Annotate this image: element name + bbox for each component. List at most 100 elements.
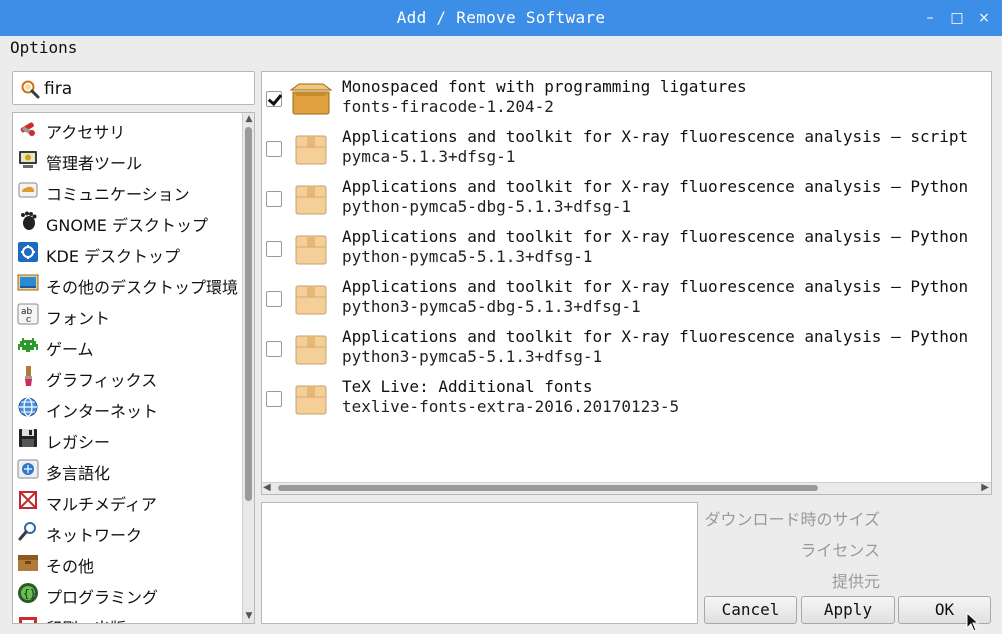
category-label: マルチメディア bbox=[46, 495, 157, 514]
category-item-fonts[interactable]: ab c フォント bbox=[13, 299, 243, 330]
category-label: フォント bbox=[46, 309, 111, 328]
gnome-icon bbox=[21, 211, 37, 230]
package-list-panel: Monospaced font with programming ligatur… bbox=[261, 71, 992, 495]
package-icon bbox=[295, 235, 327, 265]
package-name: texlive-fonts-extra-2016.20170123-5 bbox=[342, 397, 680, 416]
package-checkbox[interactable] bbox=[266, 141, 282, 157]
category-label: 印刷・出版 bbox=[46, 615, 126, 623]
mouse-cursor-icon bbox=[966, 612, 980, 632]
category-item-network[interactable]: ネットワーク bbox=[13, 516, 243, 547]
scroll-up-arrow-icon[interactable]: ▲ bbox=[243, 113, 254, 126]
category-item-accessories[interactable]: アクセサリ bbox=[13, 113, 243, 144]
legacy-icon bbox=[19, 429, 37, 447]
download-size-label: ダウンロード時のサイズ bbox=[704, 510, 880, 529]
package-scrollbar-thumb[interactable] bbox=[278, 485, 818, 491]
admin-tools-icon bbox=[19, 151, 37, 168]
license-label: ライセンス bbox=[800, 541, 880, 560]
package-description: Applications and toolkit for X-ray fluor… bbox=[342, 227, 969, 246]
desktop-environment-icon bbox=[17, 274, 39, 291]
package-name: python-pymca5-dbg-5.1.3+dfsg-1 bbox=[342, 197, 631, 216]
scroll-down-arrow-icon[interactable]: ▼ bbox=[243, 610, 254, 623]
category-item-gnome-desktop[interactable]: GNOME デスクトップ bbox=[13, 206, 243, 237]
window-titlebar[interactable]: Add / Remove Software – □ × bbox=[0, 0, 1002, 36]
menu-bar: Options bbox=[0, 36, 1002, 62]
category-item-games[interactable]: ゲーム bbox=[13, 330, 243, 361]
package-icon bbox=[295, 135, 327, 165]
package-checkbox[interactable] bbox=[266, 191, 282, 207]
category-label: グラフィックス bbox=[46, 371, 158, 390]
category-item-other[interactable]: その他 bbox=[13, 547, 243, 578]
package-name: python3-pymca5-dbg-5.1.3+dfsg-1 bbox=[342, 297, 641, 316]
multimedia-icon bbox=[19, 491, 37, 509]
category-scrollbar-thumb[interactable] bbox=[245, 127, 252, 501]
category-item-internet[interactable]: インターネット bbox=[13, 392, 243, 423]
package-horizontal-scrollbar[interactable]: ◀ ▶ bbox=[262, 482, 991, 494]
cancel-button[interactable]: Cancel bbox=[704, 596, 797, 624]
menu-options[interactable]: Options bbox=[10, 38, 77, 57]
package-checkbox[interactable] bbox=[266, 391, 282, 407]
package-checkbox[interactable] bbox=[266, 291, 282, 307]
localization-icon bbox=[17, 459, 39, 479]
package-description: Applications and toolkit for X-ray fluor… bbox=[342, 327, 969, 346]
search-input[interactable] bbox=[44, 78, 244, 100]
category-label: 多言語化 bbox=[46, 464, 111, 483]
category-item-programming[interactable]: {} プログラミング bbox=[13, 578, 243, 609]
package-row[interactable]: Applications and toolkit for X-ray fluor… bbox=[262, 322, 991, 372]
category-label: ネットワーク bbox=[46, 526, 143, 545]
package-description: Applications and toolkit for X-ray fluor… bbox=[342, 277, 969, 296]
package-row[interactable]: Applications and toolkit for X-ray fluor… bbox=[262, 222, 991, 272]
other-icon bbox=[18, 555, 38, 571]
communication-icon bbox=[18, 182, 38, 198]
category-item-kde-desktop[interactable]: KDE デスクトップ bbox=[13, 237, 243, 268]
category-scrollbar[interactable]: ▲ ▼ bbox=[242, 113, 254, 623]
package-checkbox[interactable] bbox=[266, 341, 282, 357]
graphics-icon bbox=[25, 366, 32, 386]
search-box[interactable] bbox=[12, 71, 255, 105]
package-checkbox[interactable] bbox=[266, 241, 282, 257]
package-name: pymca-5.1.3+dfsg-1 bbox=[342, 147, 516, 166]
package-name: fonts-firacode-1.204-2 bbox=[342, 97, 554, 116]
package-checkbox[interactable] bbox=[266, 91, 282, 107]
package-name: python3-pymca5-5.1.3+dfsg-1 bbox=[342, 347, 603, 366]
category-label: ゲーム bbox=[46, 340, 94, 359]
category-item-other-desktops[interactable]: その他のデスクトップ環境 bbox=[13, 268, 243, 299]
package-row[interactable]: Monospaced font with programming ligatur… bbox=[262, 72, 991, 122]
category-item-graphics[interactable]: グラフィックス bbox=[13, 361, 243, 392]
package-details-panel bbox=[261, 502, 698, 624]
category-item-localization[interactable]: 多言語化 bbox=[13, 454, 243, 485]
kde-icon bbox=[18, 242, 38, 262]
category-label: アクセサリ bbox=[46, 123, 126, 142]
category-item-admin-tools[interactable]: 管理者ツール bbox=[13, 144, 243, 175]
package-row[interactable]: Applications and toolkit for X-ray fluor… bbox=[262, 122, 991, 172]
category-list-panel: アクセサリ 管理者ツール コミュニケーション GNOME デスクトップ KDE … bbox=[12, 112, 255, 624]
category-item-communication[interactable]: コミュニケーション bbox=[13, 175, 243, 206]
close-button[interactable]: × bbox=[974, 8, 994, 28]
apply-button[interactable]: Apply bbox=[801, 596, 895, 624]
network-icon bbox=[18, 522, 36, 541]
package-icon bbox=[295, 385, 327, 415]
package-icon bbox=[295, 285, 327, 315]
category-label: KDE デスクトップ bbox=[46, 247, 181, 266]
package-row[interactable]: Applications and toolkit for X-ray fluor… bbox=[262, 272, 991, 322]
package-row[interactable]: TeX Live: Additional fonts texlive-fonts… bbox=[262, 372, 991, 422]
svg-text:{}: {} bbox=[23, 587, 36, 600]
accessories-icon bbox=[20, 122, 35, 136]
window-title: Add / Remove Software bbox=[396, 8, 606, 27]
category-label: コミュニケーション bbox=[46, 185, 190, 204]
package-icon bbox=[295, 335, 327, 365]
package-icon bbox=[295, 185, 327, 215]
category-item-publishing[interactable]: 印刷・出版 bbox=[13, 609, 243, 623]
programming-icon: {} bbox=[18, 583, 38, 603]
category-item-legacy[interactable]: レガシー bbox=[13, 423, 243, 454]
scroll-left-arrow-icon[interactable]: ◀ bbox=[263, 482, 271, 493]
category-label: レガシー bbox=[46, 433, 111, 452]
scroll-right-arrow-icon[interactable]: ▶ bbox=[981, 482, 989, 493]
search-icon bbox=[21, 80, 40, 99]
minimize-button[interactable]: – bbox=[920, 8, 940, 28]
installed-package-icon bbox=[290, 83, 332, 115]
maximize-button[interactable]: □ bbox=[947, 8, 967, 28]
package-description: TeX Live: Additional fonts bbox=[342, 377, 593, 396]
package-row[interactable]: Applications and toolkit for X-ray fluor… bbox=[262, 172, 991, 222]
category-item-multimedia[interactable]: マルチメディア bbox=[13, 485, 243, 516]
internet-icon bbox=[18, 397, 38, 417]
